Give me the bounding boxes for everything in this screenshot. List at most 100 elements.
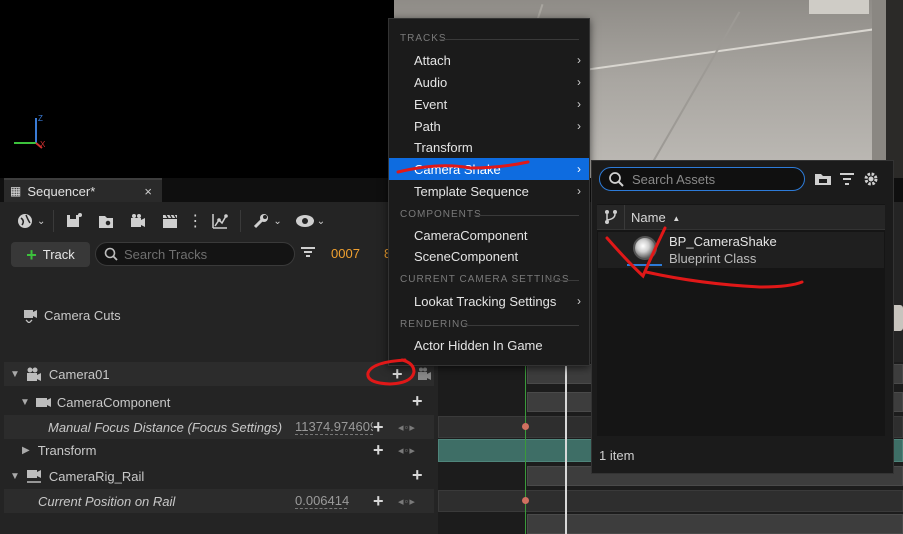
toolbar-divider [53, 210, 55, 232]
track-camera-cuts[interactable]: Camera Cuts [4, 303, 434, 327]
menu-item-label: Template Sequence [414, 183, 529, 199]
divider [475, 215, 579, 216]
menu-item-scene-component[interactable]: SceneComponent [389, 245, 589, 267]
menu-item-actor-hidden-in-game[interactable]: Actor Hidden In Game [389, 334, 589, 356]
camera-actor-icon[interactable] [416, 366, 434, 382]
chevron-down-icon[interactable]: ⌄ [317, 216, 325, 227]
svg-text:X: X [40, 140, 46, 149]
more-options-icon[interactable]: ⋮ [187, 210, 203, 232]
key-navigation-icon[interactable]: ◂◦▸ [398, 495, 416, 508]
track-transform[interactable]: ▶ Transform [4, 438, 434, 462]
asset-type-color-bar [627, 264, 662, 266]
menu-item-transform[interactable]: Transform [389, 136, 589, 158]
search-assets-placeholder: Search Assets [632, 171, 716, 187]
search-assets-input[interactable]: Search Assets [599, 167, 805, 191]
menu-item-label: CameraComponent [414, 227, 528, 243]
track-label: CameraComponent [56, 394, 171, 410]
manual-focus-value[interactable]: 11374.974609 [295, 419, 373, 435]
chevron-down-icon[interactable]: ⌄ [37, 216, 45, 227]
filter-icon[interactable] [839, 171, 855, 187]
chevron-right-icon: › [577, 75, 581, 89]
filter-icon[interactable] [300, 244, 318, 264]
camera-component-icon [35, 398, 51, 407]
blueprint-asset-icon [633, 236, 657, 260]
menu-item-event[interactable]: Event › [389, 93, 589, 115]
menu-item-camera-component[interactable]: CameraComponent [389, 224, 589, 246]
save-icon[interactable] [63, 210, 85, 232]
track-camera-component[interactable]: ▼ CameraComponent [4, 390, 434, 414]
chevron-right-icon: › [577, 53, 581, 67]
camera-render-icon[interactable] [127, 210, 149, 232]
menu-item-lookat-tracking[interactable]: Lookat Tracking Settings › [389, 290, 589, 312]
playback-start-marker [525, 362, 526, 534]
close-tab-icon[interactable]: × [144, 184, 152, 199]
folder-icon[interactable] [814, 171, 832, 187]
add-key-button[interactable]: + [373, 492, 384, 510]
track-camera-rig-rail[interactable]: ▼ CameraRig_Rail [4, 464, 434, 488]
menu-item-label: Audio [414, 74, 448, 90]
plus-icon: + [26, 244, 37, 265]
keyframe-marker[interactable] [522, 423, 529, 430]
playhead[interactable] [565, 362, 567, 534]
menu-item-label: Event [414, 96, 448, 112]
eye-icon[interactable] [294, 210, 316, 232]
key-navigation-icon[interactable]: ◂◦▸ [398, 444, 416, 457]
search-icon [104, 247, 118, 261]
viewport-left: Z X [0, 0, 394, 178]
add-key-button[interactable]: + [373, 441, 384, 459]
search-tracks-input[interactable]: Search Tracks [95, 242, 295, 266]
asset-name: BP_CameraShake [669, 234, 777, 249]
asset-type: Blueprint Class [669, 251, 757, 266]
chevron-right-icon: › [577, 119, 581, 133]
divider [439, 39, 579, 40]
world-icon[interactable] [14, 210, 36, 232]
menu-item-path[interactable]: Path › [389, 115, 589, 137]
add-to-camera-component-button[interactable]: + [412, 392, 423, 410]
add-key-button[interactable]: + [373, 418, 384, 436]
menu-item-audio[interactable]: Audio › [389, 71, 589, 93]
menu-item-label: Lookat Tracking Settings [414, 293, 557, 309]
chevron-down-icon[interactable]: ⌄ [273, 216, 281, 227]
section-header-components: COMPONENTS [400, 209, 482, 220]
track-label: CameraRig_Rail [48, 468, 145, 484]
keyframe-marker[interactable] [522, 497, 529, 504]
clapperboard-icon[interactable] [159, 210, 181, 232]
svg-text:Z: Z [38, 114, 43, 123]
expand-arrow-icon[interactable]: ▶ [22, 445, 30, 456]
search-icon [609, 172, 624, 187]
add-to-camera-rig-rail-button[interactable]: + [412, 466, 423, 484]
expand-arrow-icon[interactable]: ▼ [20, 397, 30, 408]
menu-item-label: Attach [414, 52, 451, 68]
tab-sequencer[interactable]: ▦ Sequencer* × [4, 178, 162, 202]
current-position-value[interactable]: 0.006414 [295, 493, 349, 509]
track-camera01[interactable]: ▼ Camera01 [4, 362, 434, 386]
menu-item-template-sequence[interactable]: Template Sequence › [389, 180, 589, 202]
toolbar-divider [240, 210, 242, 232]
column-divider [624, 205, 625, 230]
find-in-content-icon[interactable] [95, 210, 117, 232]
key-navigation-icon[interactable]: ◂◦▸ [398, 421, 416, 434]
axis-gizmo-icon: Z X [14, 114, 46, 149]
timeline-section[interactable] [527, 514, 903, 534]
expand-arrow-icon[interactable]: ▼ [10, 471, 20, 482]
menu-item-attach[interactable]: Attach › [389, 49, 589, 71]
expand-arrow-icon[interactable]: ▼ [10, 369, 20, 380]
column-header-name[interactable]: Name ▲ [631, 210, 680, 225]
add-to-camera01-button[interactable]: + [392, 365, 403, 383]
wrench-icon[interactable] [250, 210, 272, 232]
current-frame-number[interactable]: 0007 [331, 246, 360, 261]
timeline-section[interactable] [438, 490, 903, 512]
curve-editor-icon[interactable] [209, 210, 231, 232]
item-count: 1 item [599, 448, 635, 463]
sort-ascending-icon: ▲ [672, 214, 681, 224]
track-current-position-on-rail[interactable]: Current Position on Rail [4, 489, 434, 513]
asset-list-header: Name ▲ [597, 205, 885, 230]
column-header-label: Name [631, 210, 666, 225]
divider [549, 280, 579, 281]
chevron-right-icon: › [577, 162, 581, 176]
add-track-button[interactable]: + Track [11, 242, 90, 267]
gear-icon[interactable] [862, 170, 880, 188]
camera-actor-icon [26, 367, 41, 381]
source-control-icon[interactable] [603, 209, 619, 225]
menu-item-camera-shake[interactable]: Camera Shake › [389, 158, 589, 180]
